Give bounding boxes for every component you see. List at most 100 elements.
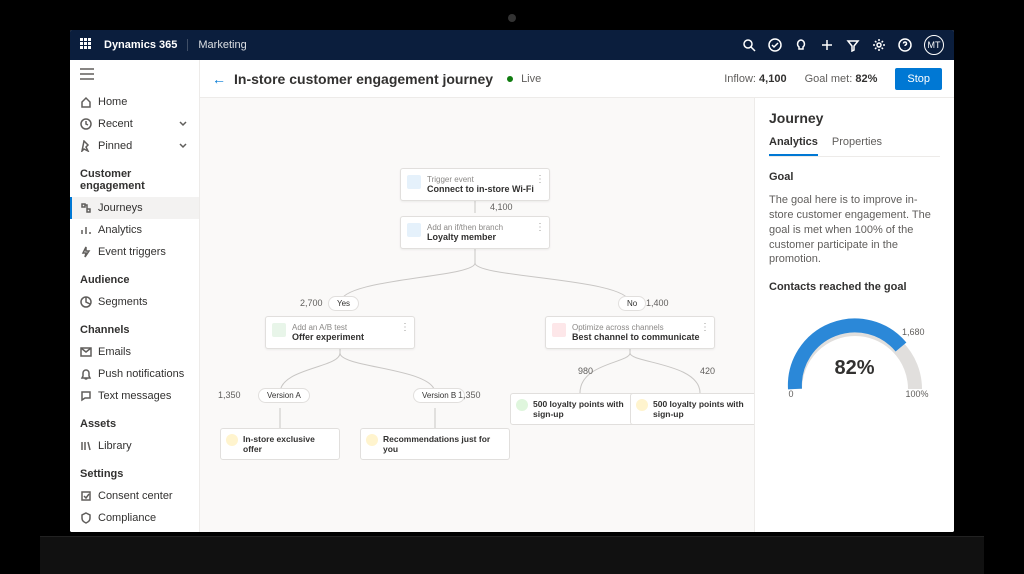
flow-count: 980 xyxy=(578,366,593,376)
nav-text[interactable]: Text messages xyxy=(70,385,199,407)
node-branch[interactable]: Add an if/then branch Loyalty member ⋮ xyxy=(400,216,550,249)
goal-gauge-chart: 82% 0 100% 1,680 xyxy=(775,309,935,399)
back-arrow-icon[interactable]: ← xyxy=(212,71,226,87)
goal-heading: Goal xyxy=(769,171,940,183)
nav-label: Home xyxy=(98,96,127,108)
nav-library[interactable]: Library xyxy=(70,435,199,457)
nav-label: Event triggers xyxy=(98,246,166,258)
gear-icon[interactable] xyxy=(872,38,886,52)
nav-section-channels: Channels xyxy=(70,319,199,341)
shield-icon xyxy=(80,512,92,524)
user-avatar[interactable]: MT xyxy=(924,35,944,55)
nav-label: Analytics xyxy=(98,224,142,236)
wifi-icon xyxy=(407,175,421,189)
panel-title: Journey xyxy=(769,110,940,126)
nav-label: Consent center xyxy=(98,490,173,502)
global-header: Dynamics 365 Marketing MT xyxy=(70,30,954,60)
goal-metric: Goal met: 82% xyxy=(805,73,878,85)
node-subtitle: Add an A/B test xyxy=(292,323,406,332)
more-icon[interactable]: ⋮ xyxy=(535,222,545,233)
flow-count: 4,100 xyxy=(490,202,513,212)
tab-properties[interactable]: Properties xyxy=(832,136,882,156)
nav-section-settings: Settings xyxy=(70,463,199,485)
status-dot-icon xyxy=(507,76,513,82)
branch-no-pill: No xyxy=(618,296,646,311)
plus-icon[interactable] xyxy=(820,38,834,52)
nav-recent[interactable]: Recent xyxy=(70,113,199,135)
sidebar: Home Recent Pinned Customer engagement J… xyxy=(70,60,200,532)
lightbulb-icon[interactable] xyxy=(794,38,808,52)
status-text: Live xyxy=(521,73,541,85)
task-check-icon[interactable] xyxy=(768,38,782,52)
nav-emails[interactable]: Emails xyxy=(70,341,199,363)
segments-icon xyxy=(80,296,92,308)
nav-analytics[interactable]: Analytics xyxy=(70,219,199,241)
nav-section-audience: Audience xyxy=(70,269,199,291)
nav-push[interactable]: Push notifications xyxy=(70,363,199,385)
nav-pinned[interactable]: Pinned xyxy=(70,135,199,157)
nav-journeys[interactable]: Journeys xyxy=(70,197,199,219)
more-icon[interactable]: ⋮ xyxy=(700,322,710,333)
goal-description: The goal here is to improve in-store cus… xyxy=(769,193,940,267)
leaf-points-2[interactable]: 500 loyalty points with sign-up xyxy=(630,393,754,425)
gauge-top-label: 1,680 xyxy=(902,327,925,337)
nav-label: Push notifications xyxy=(98,368,184,380)
pin-icon xyxy=(80,140,92,152)
search-icon[interactable] xyxy=(742,38,756,52)
node-trigger-event[interactable]: Trigger event Connect to in-store Wi-Fi … xyxy=(400,168,550,201)
nav-event-triggers[interactable]: Event triggers xyxy=(70,241,199,263)
nav-consent[interactable]: Consent center xyxy=(70,485,199,507)
flow-count: 1,400 xyxy=(646,298,669,308)
node-title: Offer experiment xyxy=(292,332,406,342)
chat-icon xyxy=(80,390,92,402)
gauge-min-label: 0 xyxy=(789,389,794,399)
chevron-down-icon xyxy=(177,140,189,152)
stop-button[interactable]: Stop xyxy=(895,68,942,90)
bolt-icon xyxy=(80,246,92,258)
leaf-offer-b[interactable]: Recommendations just for you xyxy=(360,428,510,460)
node-optimize-channel[interactable]: Optimize across channels Best channel to… xyxy=(545,316,715,349)
nav-label: Library xyxy=(98,440,132,452)
nav-label: Segments xyxy=(98,296,148,308)
app-launcher-icon[interactable] xyxy=(80,38,94,52)
branch-icon xyxy=(407,223,421,237)
hamburger-icon[interactable] xyxy=(70,60,199,91)
node-title: Connect to in-store Wi-Fi xyxy=(427,184,541,194)
leaf-points-1[interactable]: 500 loyalty points with sign-up xyxy=(510,393,650,425)
bar-chart-icon xyxy=(80,224,92,236)
node-ab-test[interactable]: Add an A/B test Offer experiment ⋮ xyxy=(265,316,415,349)
properties-panel: Journey Analytics Properties Goal The go… xyxy=(754,98,954,532)
help-icon[interactable] xyxy=(898,38,912,52)
node-subtitle: Add an if/then branch xyxy=(427,223,541,232)
chart-heading: Contacts reached the goal xyxy=(769,281,940,293)
tab-analytics[interactable]: Analytics xyxy=(769,136,818,156)
flask-icon xyxy=(272,323,286,337)
consent-icon xyxy=(80,490,92,502)
nav-compliance[interactable]: Compliance xyxy=(70,507,199,529)
nav-label: Compliance xyxy=(98,512,156,524)
nav-label: Emails xyxy=(98,346,131,358)
gauge-value: 82% xyxy=(775,357,935,380)
more-icon[interactable]: ⋮ xyxy=(400,322,410,333)
chevron-down-icon xyxy=(177,118,189,130)
filter-icon[interactable] xyxy=(846,38,860,52)
connector-lines xyxy=(200,98,754,532)
brand-name: Dynamics 365 xyxy=(104,39,177,51)
inflow-metric: Inflow: 4,100 xyxy=(724,73,786,85)
nav-home[interactable]: Home xyxy=(70,91,199,113)
flow-count: 2,700 xyxy=(300,298,323,308)
flow-count: 1,350 xyxy=(218,390,241,400)
journey-canvas[interactable]: Trigger event Connect to in-store Wi-Fi … xyxy=(200,98,754,532)
nav-segments[interactable]: Segments xyxy=(70,291,199,313)
nav-label: Pinned xyxy=(98,140,132,152)
home-icon xyxy=(80,96,92,108)
mail-icon xyxy=(80,346,92,358)
offer-icon xyxy=(366,434,378,446)
leaf-offer-a[interactable]: In-store exclusive offer xyxy=(220,428,340,460)
flow-count: 1,350 xyxy=(458,390,481,400)
app-name: Marketing xyxy=(187,39,246,51)
gauge-max-label: 100% xyxy=(905,389,928,399)
nav-section-engagement: Customer engagement xyxy=(70,163,199,197)
command-bar: ← In-store customer engagement journey L… xyxy=(200,60,954,98)
more-icon[interactable]: ⋮ xyxy=(535,174,545,185)
